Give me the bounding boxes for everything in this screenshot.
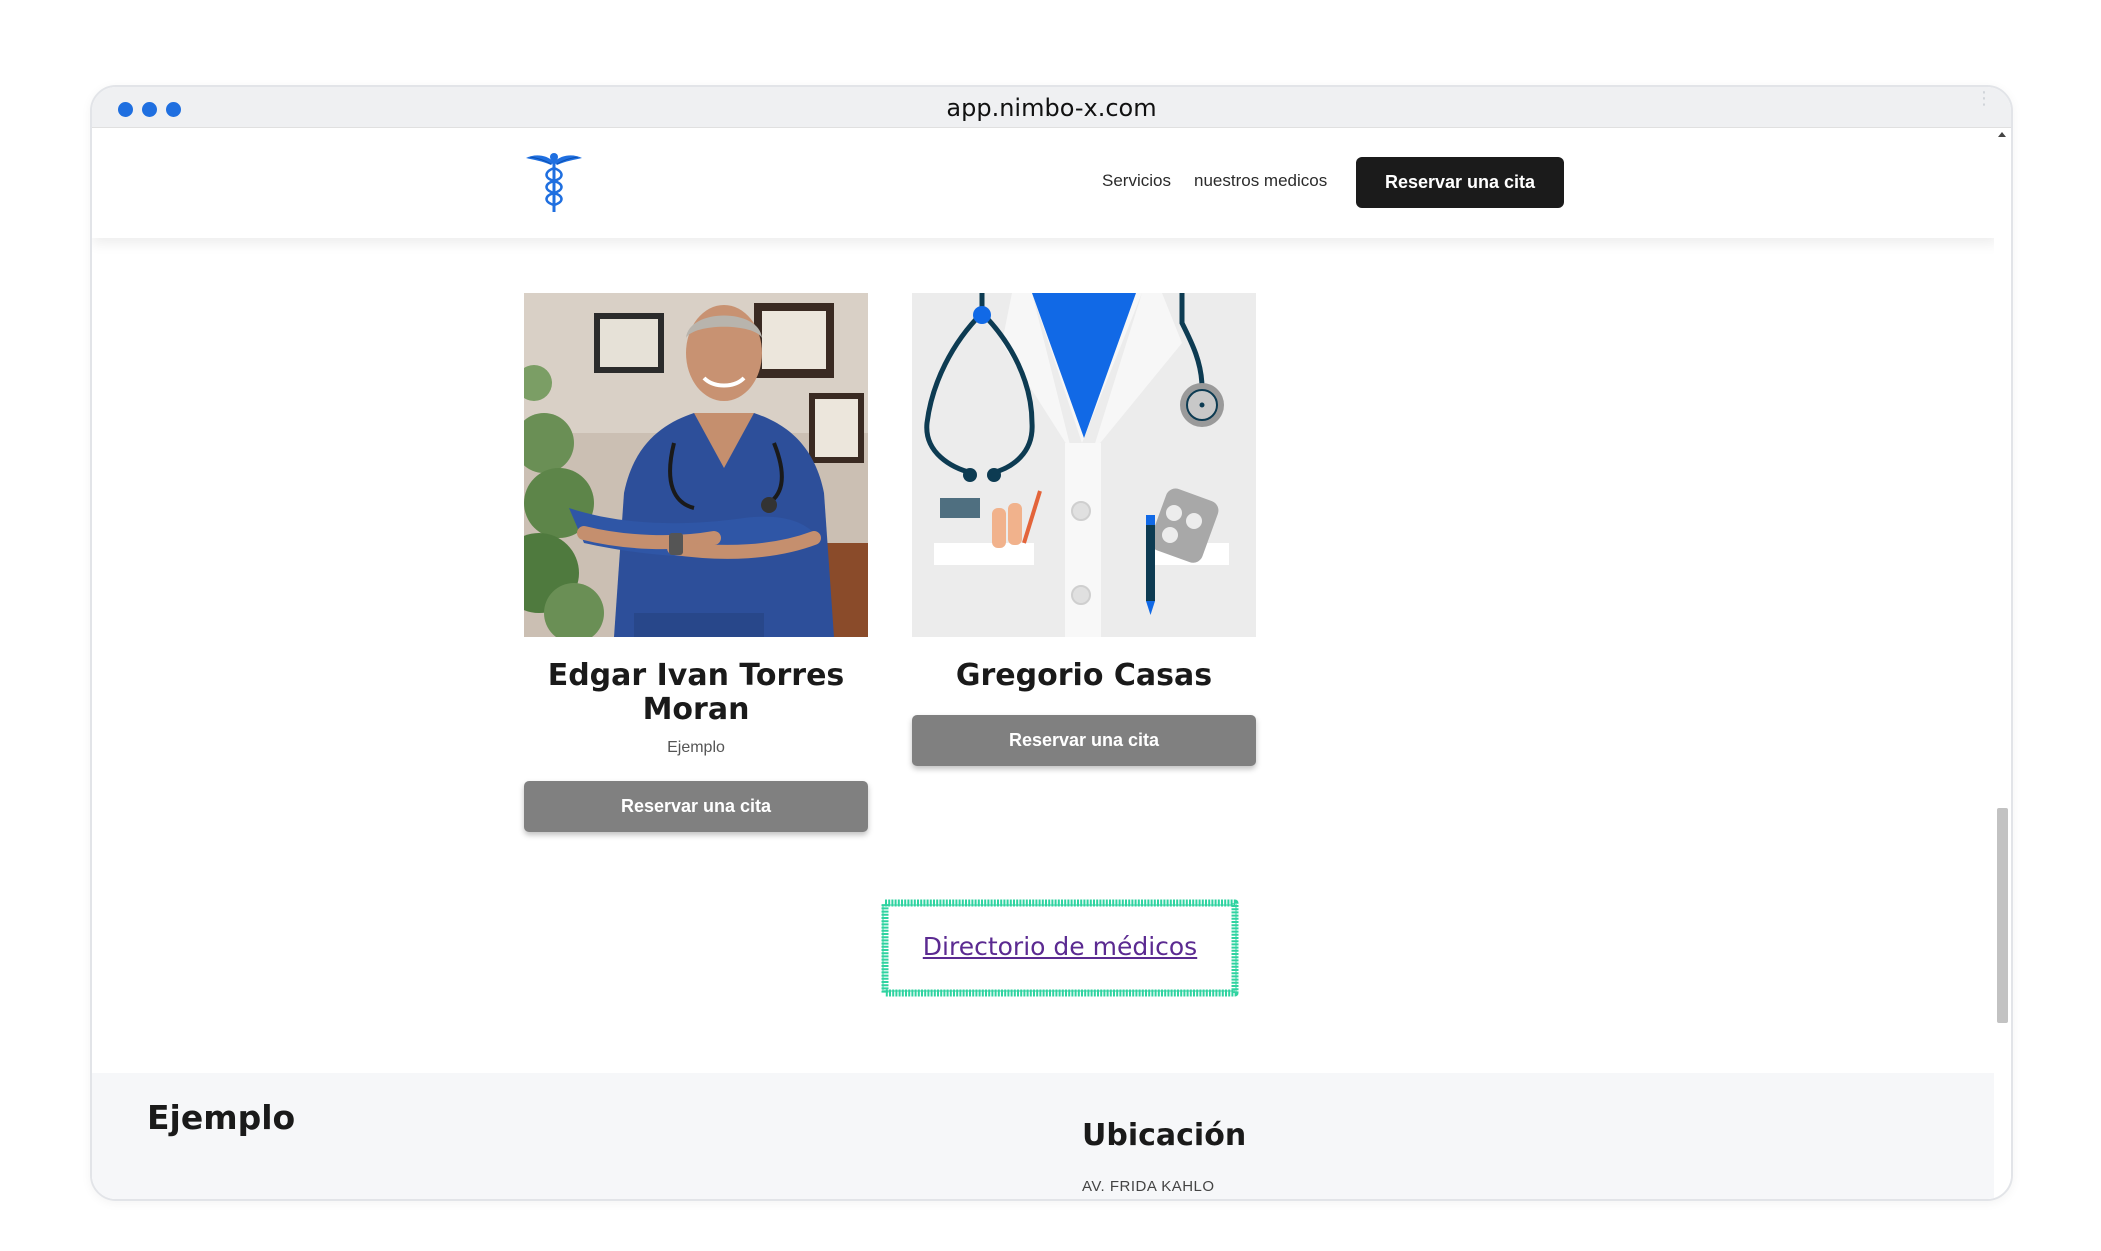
scroll-up-arrow-icon[interactable] xyxy=(1998,132,2006,137)
book-appointment-button[interactable]: Reservar una cita xyxy=(912,715,1256,766)
doctor-subtitle: Ejemplo xyxy=(667,739,725,756)
doctor-card: Gregorio Casas Reservar una cita xyxy=(912,293,1256,766)
site-footer: Ejemplo Ubicación AV. FRIDA KAHLO xyxy=(92,1073,1998,1199)
book-appointment-button[interactable]: Reservar una cita xyxy=(524,781,868,832)
web-page: Servicios nuestros medicos Reservar una … xyxy=(92,128,1998,1199)
scroll-thumb[interactable] xyxy=(1997,808,2008,1023)
footer-title: Ejemplo xyxy=(147,1098,296,1137)
directory-highlight: Directorio de médicos xyxy=(880,898,1240,998)
address-bar[interactable]: app.nimbo-x.com xyxy=(92,93,2011,123)
doctor-name: Edgar Ivan Torres Moran xyxy=(547,658,845,727)
caduceus-icon[interactable] xyxy=(524,148,584,214)
location-heading: Ubicación xyxy=(1082,1118,1247,1153)
doctor-coat-illustration[interactable] xyxy=(912,293,1256,637)
screenshot-stage: app.nimbo-x.com ⋮ Servicios nuestros med xyxy=(0,0,2101,1251)
browser-chrome: app.nimbo-x.com ⋮ xyxy=(92,87,2011,128)
address-text: AV. FRIDA KAHLO xyxy=(1082,1178,1215,1195)
nav-link-nuestros-medicos[interactable]: nuestros medicos xyxy=(1194,171,1327,191)
browser-window: app.nimbo-x.com ⋮ Servicios nuestros med xyxy=(90,85,2013,1201)
doctor-directory-link[interactable]: Directorio de médicos xyxy=(880,932,1240,961)
page-scrollbar[interactable] xyxy=(1994,128,2011,1199)
doctor-name: Gregorio Casas xyxy=(955,658,1213,693)
doctor-card: Edgar Ivan Torres Moran Ejemplo Reservar… xyxy=(524,293,868,832)
site-navbar: Servicios nuestros medicos Reservar una … xyxy=(92,128,1998,238)
doctor-photo[interactable] xyxy=(524,293,868,637)
book-appointment-button[interactable]: Reservar una cita xyxy=(1356,157,1564,208)
browser-menu-icon[interactable]: ⋮ xyxy=(1975,90,1993,119)
nav-link-servicios[interactable]: Servicios xyxy=(1102,171,1171,191)
